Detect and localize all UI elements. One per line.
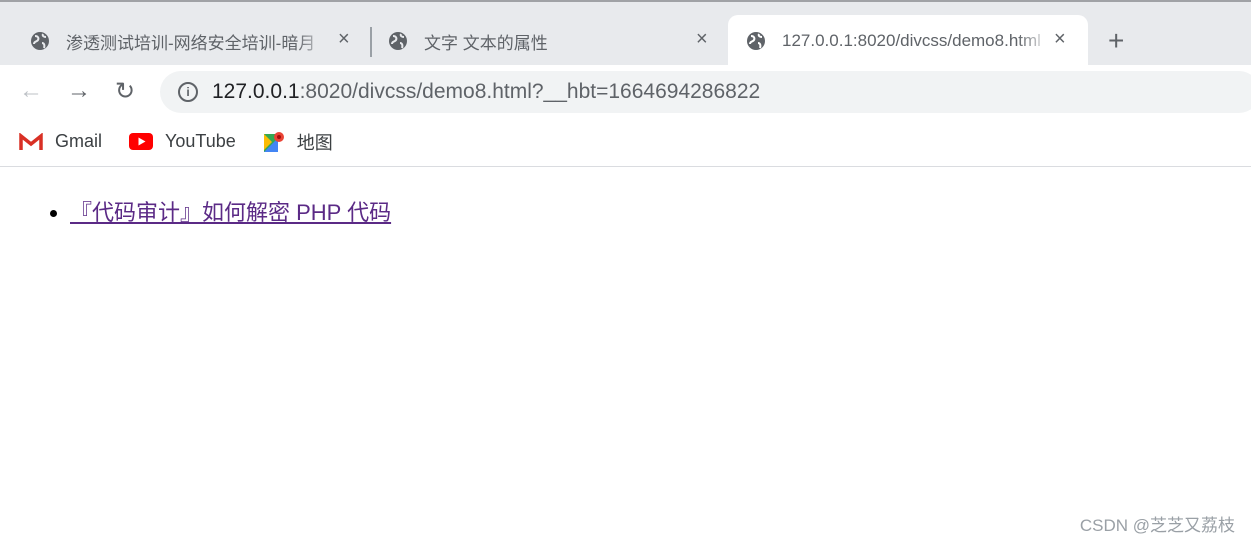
- tab-separator: [370, 27, 372, 57]
- toolbar: ← → ↻ i 127.0.0.1:8020/divcss/demo8.html…: [0, 65, 1251, 117]
- url-path: :8020/divcss/demo8.html?__hbt=1664694286…: [299, 80, 761, 103]
- bookmark-maps[interactable]: 地图: [263, 129, 333, 155]
- gmail-icon: [19, 132, 43, 150]
- globe-icon: [389, 32, 407, 50]
- close-tab-icon[interactable]: ×: [696, 28, 708, 51]
- tab-title: 127.0.0.1:8020/divcss/demo8.html: [782, 31, 1041, 50]
- tab-1[interactable]: 渗透测试培训-网络安全培训-暗月 ×: [20, 15, 365, 67]
- bookmarks-bar: Gmail YouTube 地图: [0, 117, 1251, 167]
- bookmark-youtube[interactable]: YouTube: [129, 131, 236, 152]
- bookmark-gmail[interactable]: Gmail: [19, 131, 102, 152]
- address-bar[interactable]: i 127.0.0.1:8020/divcss/demo8.html?__hbt…: [160, 71, 1251, 113]
- forward-button[interactable]: →: [67, 77, 91, 105]
- tab-title: 渗透测试培训-网络安全培训-暗月: [66, 33, 316, 53]
- url-host: 127.0.0.1: [212, 80, 300, 103]
- tab-title: 文字 文本的属性: [424, 33, 548, 53]
- globe-icon: [747, 32, 765, 50]
- link-list: 『代码审计』如何解密 PHP 代码: [48, 195, 391, 227]
- youtube-icon: [129, 132, 154, 150]
- bookmark-label: 地图: [296, 132, 333, 153]
- article-link[interactable]: 『代码审计』如何解密 PHP 代码: [70, 200, 391, 225]
- tab-strip: 渗透测试培训-网络安全培训-暗月 × 文字 文本的属性 × 127.0.0.1:…: [0, 0, 1251, 67]
- url-text[interactable]: 127.0.0.1:8020/divcss/demo8.html?__hbt=1…: [212, 80, 760, 104]
- new-tab-button[interactable]: +: [1108, 25, 1124, 57]
- tab-2[interactable]: 文字 文本的属性 ×: [378, 15, 723, 67]
- tab-3-active[interactable]: 127.0.0.1:8020/divcss/demo8.html ×: [728, 15, 1088, 67]
- reload-button[interactable]: ↻: [115, 77, 135, 106]
- site-info-icon[interactable]: i: [178, 82, 198, 102]
- back-button[interactable]: ←: [19, 77, 43, 105]
- list-item: 『代码审计』如何解密 PHP 代码: [70, 195, 391, 227]
- bookmark-label: Gmail: [55, 131, 103, 151]
- bookmark-label: YouTube: [165, 131, 236, 151]
- close-tab-icon[interactable]: ×: [1054, 28, 1066, 51]
- close-tab-icon[interactable]: ×: [338, 28, 350, 51]
- globe-icon: [31, 32, 49, 50]
- maps-icon: [263, 131, 284, 152]
- watermark: CSDN @芝芝又荔枝: [1079, 516, 1235, 535]
